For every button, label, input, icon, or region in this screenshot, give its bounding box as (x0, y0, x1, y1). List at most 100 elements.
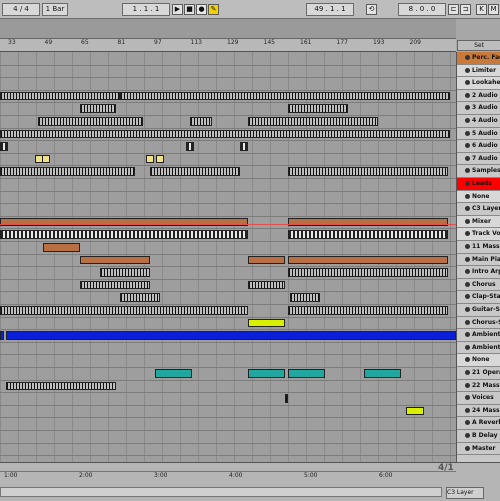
clip[interactable] (156, 154, 164, 164)
track-lane[interactable] (0, 203, 456, 217)
clip[interactable] (43, 243, 80, 252)
clip[interactable] (120, 91, 450, 101)
track-expand-icon[interactable] (465, 395, 470, 401)
clip[interactable] (155, 369, 192, 378)
clip[interactable] (150, 167, 240, 176)
clip[interactable] (0, 230, 248, 239)
clip[interactable] (248, 117, 378, 126)
track-header[interactable]: Main Piano (457, 253, 500, 267)
clip[interactable] (80, 280, 150, 290)
punch-out-icon[interactable]: ⊐ (460, 4, 471, 15)
track-expand-icon[interactable] (465, 218, 470, 224)
track-lane[interactable] (0, 317, 456, 331)
stop-icon[interactable]: ■ (184, 4, 195, 15)
track-header[interactable]: 5 Audio (457, 127, 500, 141)
clip[interactable] (80, 255, 150, 265)
track-header[interactable]: Master (457, 442, 500, 456)
track-expand-icon[interactable] (465, 382, 470, 388)
track-lane[interactable] (0, 405, 456, 419)
track-expand-icon[interactable] (465, 130, 470, 136)
clip[interactable] (6, 381, 116, 391)
clip[interactable] (240, 142, 248, 151)
track-expand-icon[interactable] (465, 407, 470, 413)
track-lane[interactable] (0, 153, 456, 167)
track-expand-icon[interactable] (465, 281, 470, 287)
track-header[interactable]: Chorus (457, 278, 500, 292)
track-lane[interactable] (0, 191, 456, 205)
track-header[interactable]: Samples (457, 165, 500, 178)
clip[interactable] (190, 117, 212, 126)
track-expand-icon[interactable] (465, 344, 470, 350)
track-header[interactable]: Mixer (457, 215, 500, 229)
arrangement-overview[interactable] (0, 19, 456, 39)
track-expand-icon[interactable] (465, 319, 470, 325)
loop-start-field[interactable]: 49 . 1 . 1 (306, 3, 354, 16)
track-header[interactable]: Guitar-St (457, 304, 500, 317)
loop-length-field[interactable]: 8 . 0 . 0 (398, 3, 446, 16)
track-expand-icon[interactable] (465, 294, 470, 300)
track-expand-icon[interactable] (465, 55, 470, 60)
track-expand-icon[interactable] (465, 244, 470, 249)
clip[interactable] (6, 331, 456, 340)
clip[interactable] (248, 255, 285, 265)
track-lane[interactable] (0, 52, 456, 66)
track-expand-icon[interactable] (465, 118, 470, 123)
draw-mode-icon[interactable]: ✎ (208, 4, 219, 15)
clip[interactable] (80, 104, 116, 113)
track-expand-icon[interactable] (465, 193, 470, 199)
clip[interactable] (290, 293, 320, 302)
track-lane[interactable] (0, 430, 456, 444)
clip[interactable] (38, 117, 143, 126)
clip[interactable] (186, 142, 194, 151)
track-lane[interactable] (0, 102, 456, 116)
clip[interactable] (288, 217, 448, 227)
track-expand-icon[interactable] (465, 206, 470, 212)
track-header[interactable]: 21 Opera (457, 367, 500, 380)
track-expand-icon[interactable] (465, 332, 470, 338)
track-lane[interactable] (0, 65, 456, 79)
track-expand-icon[interactable] (465, 256, 470, 262)
clip[interactable] (248, 369, 285, 378)
track-lane[interactable] (0, 291, 456, 305)
clip[interactable] (288, 255, 448, 265)
horizontal-scrollbar[interactable] (0, 487, 442, 497)
key-map-icon[interactable]: K (476, 4, 487, 15)
track-header[interactable]: 11 Massive (457, 241, 500, 254)
clip[interactable] (0, 129, 450, 139)
track-header[interactable]: 2 Audio (457, 89, 500, 103)
clip[interactable] (364, 369, 401, 378)
arrangement-view[interactable] (0, 52, 456, 462)
record-icon[interactable]: ● (196, 4, 207, 15)
track-expand-icon[interactable] (465, 80, 470, 86)
track-lane[interactable] (0, 178, 456, 192)
track-header[interactable]: 3 Audio (457, 102, 500, 115)
clip[interactable] (100, 268, 150, 277)
track-header[interactable]: Leads (457, 178, 500, 191)
track-header[interactable]: Chorus-S (457, 316, 500, 330)
track-header[interactable]: None (457, 354, 500, 367)
track-expand-icon[interactable] (465, 307, 470, 312)
track-expand-icon[interactable] (465, 105, 470, 111)
clip[interactable] (0, 142, 8, 151)
track-expand-icon[interactable] (465, 370, 470, 375)
track-header[interactable]: B Delay (457, 430, 500, 443)
track-header[interactable]: Clap-Stab (457, 291, 500, 304)
track-header[interactable]: Intro Arp (457, 266, 500, 279)
track-header[interactable]: 6 Audio (457, 140, 500, 153)
clip[interactable] (288, 230, 448, 239)
loop-icon[interactable]: ⟲ (366, 4, 377, 15)
track-header[interactable]: Perc. Fades (457, 52, 500, 65)
track-expand-icon[interactable] (465, 357, 470, 363)
track-header[interactable]: A Reverb (457, 417, 500, 430)
track-header[interactable]: Ambient (457, 341, 500, 355)
clip[interactable] (285, 394, 288, 403)
clip[interactable] (0, 167, 135, 176)
track-expand-icon[interactable] (465, 155, 470, 161)
track-header[interactable]: 22 Massive (457, 379, 500, 393)
track-expand-icon[interactable] (465, 143, 470, 149)
clip[interactable] (0, 306, 248, 315)
track-header[interactable]: 4 Audio (457, 115, 500, 128)
track-header[interactable]: Limiter (457, 64, 500, 78)
clip[interactable] (288, 104, 348, 113)
track-lane[interactable] (0, 279, 456, 293)
